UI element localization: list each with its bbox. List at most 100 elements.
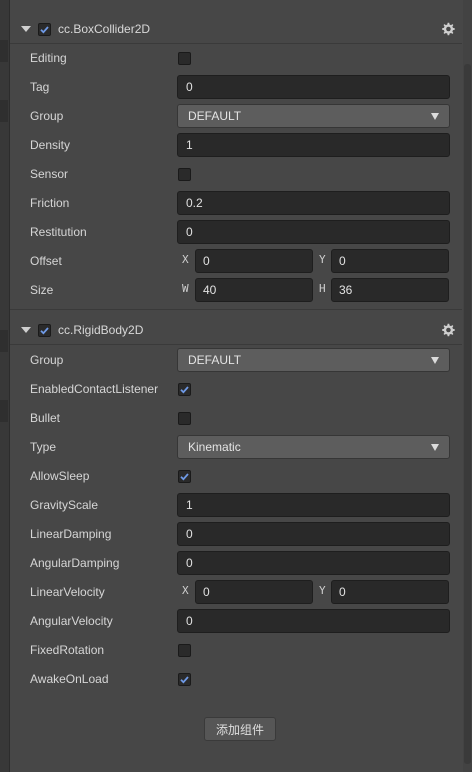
checkmark-icon bbox=[180, 473, 189, 481]
size-label: Size bbox=[30, 283, 54, 297]
prop-row-density: Density 1 bbox=[10, 131, 462, 160]
enabled-contact-listener-label: EnabledContactListener bbox=[30, 382, 159, 396]
checkmark-icon bbox=[180, 676, 189, 684]
allow-sleep-label: AllowSleep bbox=[30, 469, 90, 483]
type-label: Type bbox=[30, 440, 57, 454]
dropdown-caret-icon bbox=[431, 444, 439, 451]
offset-y-label: Y bbox=[319, 253, 326, 266]
prop-row-rb-group: Group DEFAULT bbox=[10, 346, 462, 375]
prop-row-gravity-scale: GravityScale 1 bbox=[10, 491, 462, 520]
group-select[interactable]: DEFAULT bbox=[177, 104, 450, 128]
rigid-body-header[interactable]: cc.RigidBody2D bbox=[10, 316, 462, 344]
restitution-label: Restitution bbox=[30, 225, 87, 239]
density-label: Density bbox=[30, 138, 71, 152]
angular-damping-input[interactable]: 0 bbox=[177, 551, 450, 575]
offset-y-input[interactable]: 0 bbox=[331, 249, 449, 273]
enabled-contact-listener-checkbox[interactable] bbox=[178, 383, 191, 396]
type-select[interactable]: Kinematic bbox=[177, 435, 450, 459]
tag-input[interactable]: 0 bbox=[177, 75, 450, 99]
prop-row-enabled-contact-listener: EnabledContactListener bbox=[10, 375, 462, 404]
type-select-value: Kinematic bbox=[188, 440, 241, 454]
prop-row-offset: Offset X 0 Y 0 bbox=[10, 247, 462, 276]
scrollbar[interactable] bbox=[463, 0, 472, 772]
dropdown-caret-icon bbox=[431, 113, 439, 120]
awake-on-load-checkbox[interactable] bbox=[178, 673, 191, 686]
box-collider-enabled-checkbox[interactable] bbox=[38, 22, 51, 36]
linear-velocity-x-label: X bbox=[182, 584, 189, 597]
linear-damping-label: LinearDamping bbox=[30, 527, 112, 541]
linear-velocity-x-input[interactable]: 0 bbox=[195, 580, 313, 604]
prop-row-editing: Editing bbox=[10, 44, 462, 73]
box-collider-header[interactable]: cc.BoxCollider2D bbox=[10, 15, 462, 43]
size-w-input[interactable]: 40 bbox=[195, 278, 313, 302]
offset-x-label: X bbox=[182, 253, 189, 266]
size-h-label: H bbox=[319, 282, 326, 295]
size-w-label: W bbox=[182, 282, 189, 295]
add-component-button[interactable]: 添加组件 bbox=[204, 717, 276, 741]
gravity-scale-label: GravityScale bbox=[30, 498, 99, 512]
prop-row-type: Type Kinematic bbox=[10, 433, 462, 462]
density-input[interactable]: 1 bbox=[177, 133, 450, 157]
prop-row-bullet: Bullet bbox=[10, 404, 462, 433]
prop-row-awake-on-load: AwakeOnLoad bbox=[10, 665, 462, 694]
linear-velocity-y-label: Y bbox=[319, 584, 326, 597]
offset-label: Offset bbox=[30, 254, 62, 268]
angular-damping-label: AngularDamping bbox=[30, 556, 120, 570]
divider bbox=[10, 309, 462, 310]
sensor-checkbox[interactable] bbox=[178, 168, 191, 181]
prop-row-group: Group DEFAULT bbox=[10, 102, 462, 131]
prop-row-sensor: Sensor bbox=[10, 160, 462, 189]
allow-sleep-checkbox[interactable] bbox=[178, 470, 191, 483]
linear-velocity-y-input[interactable]: 0 bbox=[331, 580, 449, 604]
awake-on-load-label: AwakeOnLoad bbox=[30, 672, 109, 686]
bullet-checkbox[interactable] bbox=[178, 412, 191, 425]
caret-down-icon[interactable] bbox=[21, 327, 31, 333]
prop-row-linear-velocity: LinearVelocity X 0 Y 0 bbox=[10, 578, 462, 607]
prop-row-size: Size W 40 H 36 bbox=[10, 276, 462, 305]
rb-group-select[interactable]: DEFAULT bbox=[177, 348, 450, 372]
prop-row-friction: Friction 0.2 bbox=[10, 189, 462, 218]
editing-checkbox[interactable] bbox=[178, 52, 191, 65]
prop-row-angular-damping: AngularDamping 0 bbox=[10, 549, 462, 578]
rigid-body-enabled-checkbox[interactable] bbox=[38, 323, 51, 337]
bullet-label: Bullet bbox=[30, 411, 61, 425]
rb-group-label: Group bbox=[30, 353, 64, 367]
checkmark-icon bbox=[40, 326, 49, 335]
group-select-value: DEFAULT bbox=[188, 109, 242, 123]
restitution-input[interactable]: 0 bbox=[177, 220, 450, 244]
prop-row-angular-velocity: AngularVelocity 0 bbox=[10, 607, 462, 636]
divider bbox=[10, 344, 462, 345]
checkmark-icon bbox=[180, 386, 189, 394]
gear-icon[interactable] bbox=[440, 21, 456, 37]
gravity-scale-input[interactable]: 1 bbox=[177, 493, 450, 517]
box-collider-title: cc.BoxCollider2D bbox=[58, 22, 151, 36]
prop-row-allow-sleep: AllowSleep bbox=[10, 462, 462, 491]
prop-row-fixed-rotation: FixedRotation bbox=[10, 636, 462, 665]
editing-label: Editing bbox=[30, 51, 67, 65]
friction-input[interactable]: 0.2 bbox=[177, 191, 450, 215]
rb-group-select-value: DEFAULT bbox=[188, 353, 242, 367]
dropdown-caret-icon bbox=[431, 357, 439, 364]
scrollbar-thumb[interactable] bbox=[464, 64, 471, 764]
prop-row-restitution: Restitution 0 bbox=[10, 218, 462, 247]
angular-velocity-input[interactable]: 0 bbox=[177, 609, 450, 633]
prop-row-linear-damping: LinearDamping 0 bbox=[10, 520, 462, 549]
rigid-body-title: cc.RigidBody2D bbox=[58, 323, 144, 337]
linear-damping-input[interactable]: 0 bbox=[177, 522, 450, 546]
caret-down-icon[interactable] bbox=[21, 26, 31, 32]
left-dock-edge bbox=[0, 0, 10, 772]
fixed-rotation-label: FixedRotation bbox=[30, 643, 105, 657]
size-h-input[interactable]: 36 bbox=[331, 278, 449, 302]
offset-x-input[interactable]: 0 bbox=[195, 249, 313, 273]
sensor-label: Sensor bbox=[30, 167, 69, 181]
prop-row-tag: Tag 0 bbox=[10, 73, 462, 102]
checkmark-icon bbox=[40, 25, 49, 34]
linear-velocity-label: LinearVelocity bbox=[30, 585, 105, 599]
fixed-rotation-checkbox[interactable] bbox=[178, 644, 191, 657]
group-label: Group bbox=[30, 109, 64, 123]
gear-icon[interactable] bbox=[440, 322, 456, 338]
tag-label: Tag bbox=[30, 80, 50, 94]
angular-velocity-label: AngularVelocity bbox=[30, 614, 113, 628]
inspector-panel: cc.BoxCollider2D Editing Tag 0 Group DEF… bbox=[10, 0, 462, 772]
friction-label: Friction bbox=[30, 196, 70, 210]
